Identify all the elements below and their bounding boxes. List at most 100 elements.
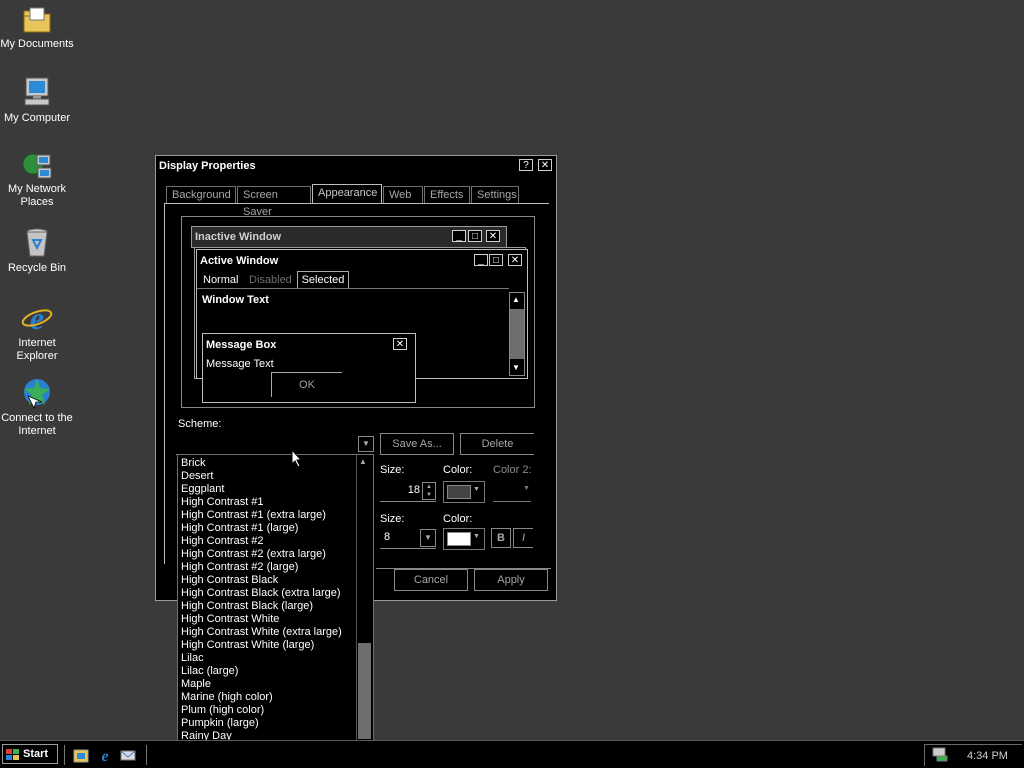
internet-explorer-icon: e: [21, 301, 53, 335]
bold-button[interactable]: B: [491, 528, 511, 548]
mouse-cursor-icon: [291, 449, 303, 468]
tab-settings[interactable]: Settings: [471, 186, 519, 203]
message-box: Message Box ✕ Message Text OK: [202, 333, 416, 403]
scheme-list-item[interactable]: High Contrast #1 (large): [181, 522, 298, 535]
scheme-list-item[interactable]: High Contrast #1 (extra large): [181, 509, 326, 522]
scheme-dropdown-list[interactable]: Brick Desert Eggplant High Contrast #1 High …: [177, 454, 374, 755]
desktop-icon-label: My Network Places: [7, 183, 67, 208]
scheme-list-item[interactable]: High Contrast #1: [181, 496, 264, 509]
scheme-list-item[interactable]: High Contrast Black (extra large): [181, 587, 341, 600]
taskbar-separator: [146, 745, 147, 765]
scheme-list-item[interactable]: High Contrast Black (large): [181, 600, 313, 613]
scheme-list-item[interactable]: Lilac (large): [181, 665, 238, 678]
color2-picker[interactable]: ▼: [493, 481, 531, 502]
active-window-title: Active Window: [200, 255, 279, 267]
scheme-list-item[interactable]: High Contrast #2 (extra large): [181, 548, 326, 561]
help-button[interactable]: ?: [519, 159, 533, 171]
scroll-up-icon: ▲: [512, 295, 520, 304]
dialog-title: Display Properties: [159, 160, 256, 172]
close-icon: ✕: [393, 338, 407, 350]
scheme-list-item[interactable]: Desert: [181, 470, 213, 483]
dropdown-scrollbar[interactable]: ▲ ▼: [356, 455, 373, 753]
outlook-express-icon[interactable]: [120, 747, 136, 763]
menu-disabled: Disabled: [249, 274, 292, 286]
menu-normal: Normal: [203, 274, 239, 286]
desktop-icon-internet-explorer[interactable]: e Internet Explorer: [0, 301, 74, 363]
scheme-combobox[interactable]: ▼: [176, 434, 374, 455]
start-button[interactable]: Start: [2, 744, 58, 764]
desktop-icon-my-computer[interactable]: My Computer: [0, 76, 74, 125]
preview-scrollbar: ▲ ▼: [509, 292, 525, 376]
desktop-icon-my-documents[interactable]: My Documents: [0, 4, 74, 51]
inactive-window-titlebar: Inactive Window _ □ ✕: [191, 226, 507, 248]
window-text: Window Text: [202, 294, 269, 306]
size-spinner[interactable]: ▲ ▼: [422, 482, 436, 500]
scheme-list-item[interactable]: Brick: [181, 457, 205, 470]
size-input[interactable]: 18 ▲ ▼: [380, 481, 436, 502]
clock[interactable]: 4:34 PM: [967, 750, 1008, 762]
tab-web[interactable]: Web: [383, 186, 423, 203]
menu-selected: Selected: [297, 271, 349, 289]
scheme-list-item[interactable]: Pumpkin (large): [181, 717, 259, 730]
desktop-icon-recycle-bin[interactable]: Recycle Bin: [0, 226, 74, 275]
chevron-down-icon: ▼: [473, 486, 480, 493]
scheme-list-item[interactable]: High Contrast White (large): [181, 639, 314, 652]
tab-background[interactable]: Background: [166, 186, 236, 203]
font-color-picker[interactable]: ▼: [443, 528, 485, 550]
desktop-icon-label: Recycle Bin: [7, 262, 67, 274]
tab-appearance[interactable]: Appearance: [312, 184, 382, 204]
apply-button[interactable]: Apply: [474, 569, 548, 591]
font-size-select[interactable]: 8 ▼: [380, 528, 436, 549]
tab-effects[interactable]: Effects: [424, 186, 470, 203]
tab-screen-saver[interactable]: Screen Saver: [237, 186, 311, 218]
italic-button[interactable]: I: [513, 528, 533, 548]
font-color-swatch: [447, 532, 471, 546]
font-size-label: Size:: [380, 513, 405, 525]
desktop-icon-connect-to-internet[interactable]: Connect to the Internet: [0, 376, 74, 438]
close-icon: ✕: [486, 230, 500, 242]
scheme-list-item[interactable]: High Contrast #2 (large): [181, 561, 298, 574]
scheme-list-item[interactable]: Plum (high color): [181, 704, 264, 717]
close-button[interactable]: ✕: [538, 159, 552, 171]
system-tray: 4:34 PM: [924, 744, 1022, 766]
scheme-list-item[interactable]: High Contrast White (extra large): [181, 626, 342, 639]
windows-logo-icon: [6, 749, 19, 760]
inactive-window-title: Inactive Window: [195, 231, 282, 243]
close-icon: ✕: [508, 254, 522, 266]
color-label: Color:: [443, 464, 473, 476]
scheme-label: Scheme:: [178, 418, 222, 430]
svg-text:e: e: [101, 748, 108, 763]
chevron-down-icon[interactable]: ▼: [358, 436, 374, 452]
scheme-list-item[interactable]: High Contrast White: [181, 613, 279, 626]
save-as-button[interactable]: Save As...: [380, 433, 454, 455]
show-desktop-icon[interactable]: [73, 748, 89, 764]
ok-button: OK: [271, 372, 342, 397]
internet-explorer-icon[interactable]: e: [97, 747, 113, 763]
scheme-list-item[interactable]: Lilac: [181, 652, 204, 665]
cancel-button[interactable]: Cancel: [394, 569, 468, 591]
minimize-icon: _: [452, 230, 466, 242]
scroll-thumb: [510, 309, 524, 359]
scroll-up-icon[interactable]: ▲: [359, 457, 367, 466]
font-size-value: 8: [384, 531, 391, 543]
size-value: 18: [407, 484, 420, 496]
scheme-list-item[interactable]: Marine (high color): [181, 691, 273, 704]
scheme-list-item[interactable]: High Contrast Black: [181, 574, 278, 587]
computer-icon: [24, 77, 50, 106]
chevron-down-icon: ▼: [473, 533, 480, 540]
color-picker[interactable]: ▼: [443, 481, 485, 503]
network-icon: [22, 153, 52, 179]
start-label: Start: [23, 748, 49, 760]
desktop-icon-my-network-places[interactable]: My Network Places: [0, 151, 74, 209]
scheme-list-item[interactable]: Eggplant: [181, 483, 224, 496]
taskbar-separator: [64, 745, 65, 765]
network-tray-icon[interactable]: [931, 747, 949, 763]
scroll-thumb[interactable]: [358, 643, 371, 739]
desktop-icon-label: Internet Explorer: [16, 337, 58, 362]
scheme-list-item[interactable]: High Contrast #2: [181, 535, 264, 548]
chevron-down-icon[interactable]: ▼: [420, 529, 436, 547]
chevron-down-icon: ▼: [523, 485, 530, 492]
maximize-icon: □: [489, 254, 503, 266]
delete-button[interactable]: Delete: [460, 433, 534, 455]
scheme-list-item[interactable]: Maple: [181, 678, 211, 691]
